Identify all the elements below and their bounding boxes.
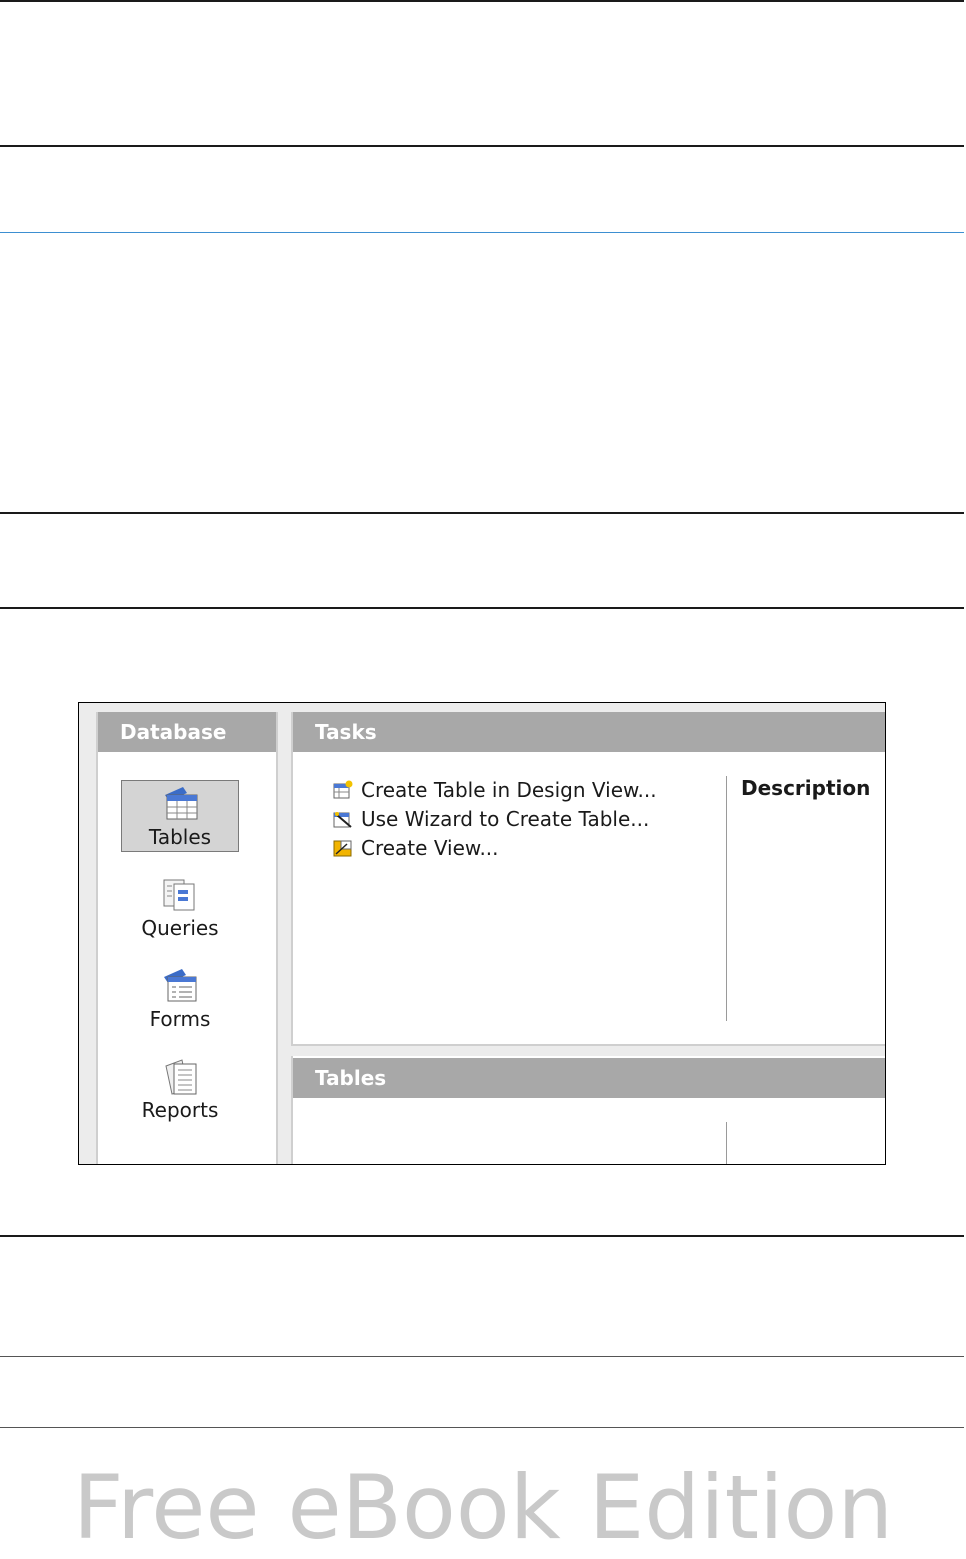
page-rule-accent xyxy=(0,232,964,233)
page-rule xyxy=(0,607,964,609)
nav-item-reports[interactable]: Reports xyxy=(121,1054,239,1126)
page-rule xyxy=(0,1427,964,1428)
nav-item-tables[interactable]: Tables xyxy=(121,780,239,852)
description-label: Description xyxy=(741,776,871,800)
nav-item-queries[interactable]: Queries xyxy=(121,872,239,944)
task-create-view[interactable]: Create View... xyxy=(333,834,499,862)
create-view-icon xyxy=(333,840,352,857)
tables-panel: Tables xyxy=(291,1056,885,1164)
task-label: Use Wizard to Create Table... xyxy=(361,807,650,831)
database-panel: Database Tables Queries Forms Reports xyxy=(96,712,278,1164)
database-header: Database xyxy=(98,712,276,752)
nav-label-tables: Tables xyxy=(148,825,212,849)
nav-label-forms: Forms xyxy=(149,1007,211,1031)
free-ebook-watermark: Free eBook Edition xyxy=(72,1456,894,1559)
base-database-window: Database Tables Queries Forms Reports Ta… xyxy=(78,702,886,1165)
nav-item-forms[interactable]: Forms xyxy=(121,963,239,1035)
design-view-icon xyxy=(333,780,353,799)
task-create-table-design[interactable]: Create Table in Design View... xyxy=(333,776,657,804)
task-label: Create View... xyxy=(361,836,499,860)
task-wizard-create-table[interactable]: Use Wizard to Create Table... xyxy=(333,805,649,833)
tasks-header: Tasks xyxy=(293,712,885,752)
page-rule xyxy=(0,145,964,147)
page-rule xyxy=(0,1356,964,1357)
tasks-description-separator xyxy=(726,776,727,1021)
forms-icon xyxy=(164,969,197,1002)
tasks-panel: Tasks Create Table in Design View... Use… xyxy=(291,712,885,1046)
nav-label-queries: Queries xyxy=(141,916,219,940)
page-rule xyxy=(0,0,964,2)
tables-icon xyxy=(165,787,198,820)
tables-description-separator xyxy=(726,1122,727,1164)
tables-header: Tables xyxy=(293,1058,885,1098)
queries-icon xyxy=(163,879,195,911)
wizard-icon xyxy=(333,812,352,828)
page-rule xyxy=(0,1235,964,1237)
nav-label-reports: Reports xyxy=(141,1098,219,1122)
page-rule xyxy=(0,512,964,514)
task-label: Create Table in Design View... xyxy=(361,778,657,802)
reports-icon xyxy=(165,1059,197,1095)
